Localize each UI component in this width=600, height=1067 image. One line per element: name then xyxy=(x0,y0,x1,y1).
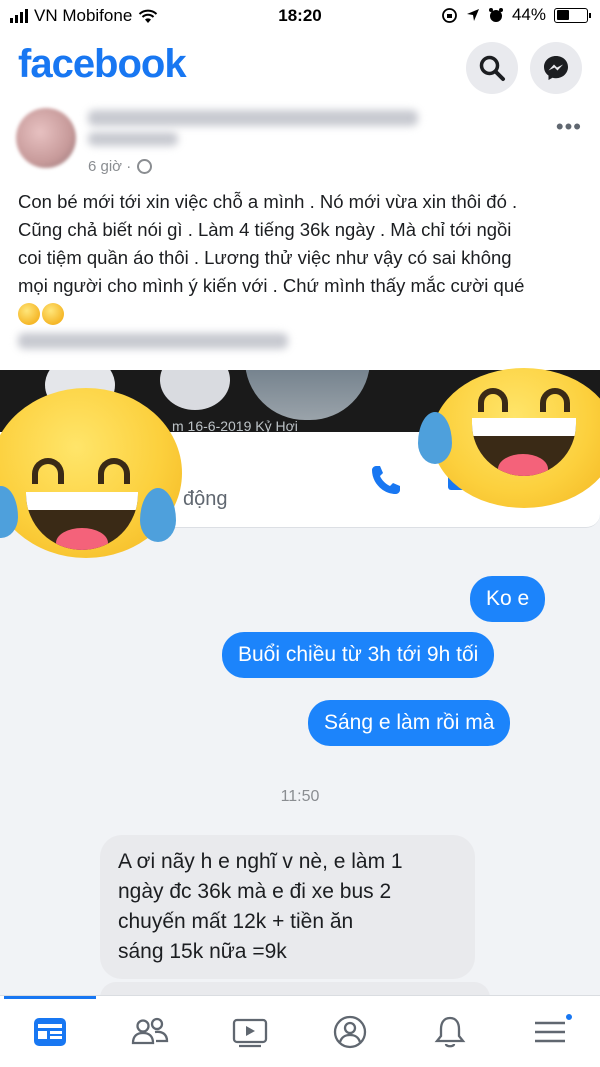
post-timestamp: 6 giờ · xyxy=(88,158,153,175)
message-outgoing: Sáng e làm rồi mà xyxy=(308,700,511,746)
post-header: 6 giờ · ••• xyxy=(0,102,600,180)
laughing-emoji-row xyxy=(18,303,64,325)
message-line: A ơi nãy h e nghĩ v nè, e làm 1 xyxy=(118,850,403,873)
tab-news-feed[interactable] xyxy=(20,1010,80,1054)
phone-icon xyxy=(372,466,400,494)
menu-icon xyxy=(535,1021,565,1043)
message-timestamp: 11:50 xyxy=(280,788,320,805)
status-icons: 44% xyxy=(441,5,591,25)
alarm-icon xyxy=(488,8,503,22)
search-button[interactable] xyxy=(466,42,518,94)
message-incoming: A ơi nãy h e nghĩ v nè, e làm 1 ngày đc … xyxy=(100,835,475,979)
friends-icon xyxy=(131,1017,169,1045)
message-outgoing: Ko e xyxy=(470,576,546,622)
facebook-logo[interactable]: facebook xyxy=(18,42,187,87)
orientation-lock-icon xyxy=(442,7,457,23)
watch-icon xyxy=(232,1018,268,1048)
tab-menu[interactable] xyxy=(520,1010,580,1054)
news-feed-icon xyxy=(34,1018,66,1046)
notifications-icon xyxy=(434,1016,466,1048)
laughing-emoji-left-icon xyxy=(0,388,182,558)
message-line: sáng 15k nữa =9k xyxy=(118,940,287,963)
group-name-blurred[interactable] xyxy=(88,132,178,146)
laughing-tears-emoji-icon xyxy=(18,303,40,325)
battery-icon xyxy=(554,7,591,23)
menu-notification-dot xyxy=(564,1012,574,1022)
messenger-button[interactable] xyxy=(530,42,582,94)
post-line: coi tiệm quần áo thôi . Lương thử việc n… xyxy=(18,247,512,268)
messenger-icon xyxy=(544,56,568,80)
tab-friends[interactable] xyxy=(120,1010,180,1054)
status-bar: VN Mobifone 18:20 44% xyxy=(0,0,600,32)
message-line: chuyến mất 12k + tiền ăn xyxy=(118,910,354,933)
tab-watch[interactable] xyxy=(220,1010,280,1054)
laughing-tears-emoji-icon xyxy=(42,303,64,325)
bottom-tab-bar xyxy=(0,995,600,1067)
post-line: mọi người cho mình ý kiến với . Chứ mình… xyxy=(18,275,525,296)
active-status: động xyxy=(183,488,228,510)
globe-icon xyxy=(137,159,153,174)
blurred-caption xyxy=(18,333,288,349)
message-line: ngày đc 36k mà e đi xe bus 2 xyxy=(118,880,392,903)
contact-photo-partial xyxy=(245,370,370,420)
profile-icon xyxy=(333,1015,367,1049)
author-name-blurred[interactable] xyxy=(88,110,418,126)
battery-percent: 44% xyxy=(511,5,546,24)
message-incoming-partial xyxy=(100,982,490,995)
post-line: Con bé mới tới xin việc chỗ a mình . Nó … xyxy=(18,191,518,212)
post-line: Cũng chả biết nói gì . Làm 4 tiếng 36k n… xyxy=(18,219,512,240)
tab-notifications[interactable] xyxy=(420,1010,480,1054)
author-avatar[interactable] xyxy=(16,108,76,168)
post-body: Con bé mới tới xin việc chỗ a mình . Nó … xyxy=(18,188,588,300)
messenger-button-partial xyxy=(160,370,230,410)
location-icon xyxy=(466,9,479,21)
post-more-button[interactable]: ••• xyxy=(556,114,582,140)
search-icon xyxy=(479,55,505,81)
active-tab-indicator xyxy=(4,996,96,999)
app-header: facebook xyxy=(0,34,600,102)
post-time-label: 6 giờ · xyxy=(88,158,132,175)
message-outgoing: Buổi chiều từ 3h tới 9h tối xyxy=(222,632,495,678)
tab-profile[interactable] xyxy=(320,1010,380,1054)
